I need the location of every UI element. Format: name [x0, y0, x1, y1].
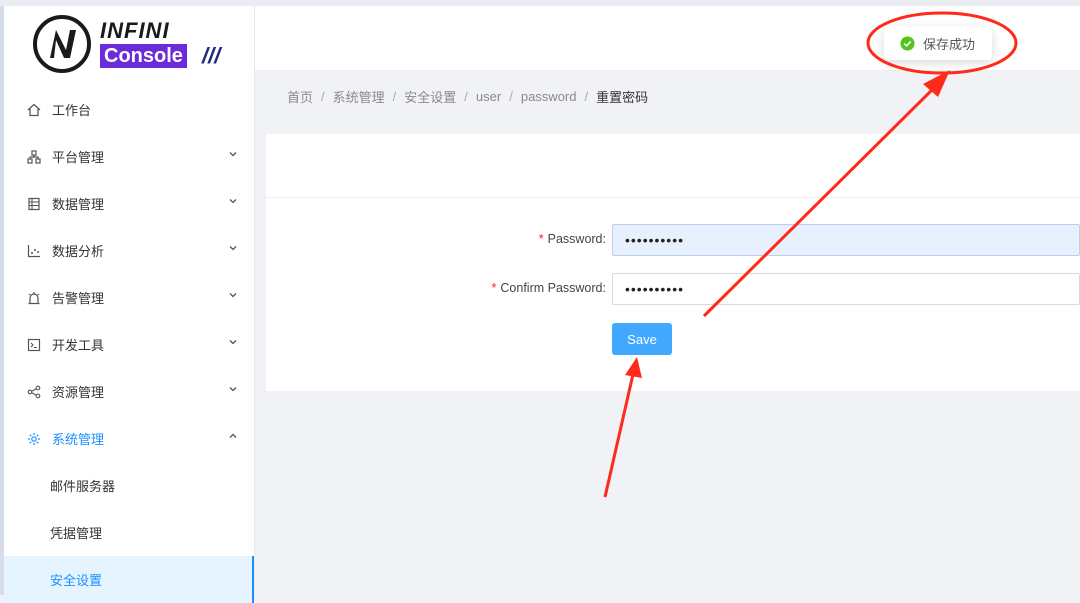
chevron-down-icon	[229, 340, 237, 345]
sidebar-item-data[interactable]: 数据管理	[4, 180, 254, 227]
breadcrumb-current: 重置密码	[596, 90, 649, 105]
chevron-down-icon	[229, 387, 237, 392]
sidebar-menu: 工作台 平台管理 数据管理 数据分析 告警管理 开发工具 资源管理 系统管理 邮…	[4, 86, 254, 603]
logo-text-console: Console	[100, 44, 187, 68]
sidebar-item-workbench[interactable]: 工作台	[4, 86, 254, 133]
breadcrumb-separator: /	[392, 89, 397, 104]
sidebar-item-label: 平台管理	[52, 150, 105, 165]
sidebar-item-alerts[interactable]: 告警管理	[4, 274, 254, 321]
chevron-down-icon	[229, 293, 237, 298]
sidebar-item-label: 工作台	[52, 103, 92, 118]
cluster-icon	[26, 149, 42, 165]
confirm-password-field[interactable]: ••••••••••	[612, 273, 1080, 305]
logo-text-infini: INFINI	[100, 18, 170, 43]
sidebar-subitem-label: 邮件服务器	[50, 479, 116, 494]
alarm-icon	[26, 290, 42, 306]
breadcrumb-separator: /	[509, 89, 513, 104]
sidebar-subitem-label: 凭据管理	[50, 526, 103, 541]
sidebar-item-platform[interactable]: 平台管理	[4, 133, 254, 180]
chevron-down-icon	[229, 152, 237, 157]
password-row: * Password: ••••••••••	[266, 224, 1080, 256]
confirm-password-row: * Confirm Password: ••••••••••	[266, 273, 1080, 305]
toast-message: 保存成功	[923, 36, 976, 52]
breadcrumb-password[interactable]: password	[521, 89, 577, 104]
breadcrumb-home[interactable]: 首页	[287, 87, 313, 106]
success-toast: 保存成功	[884, 26, 992, 60]
save-button[interactable]: Save	[612, 323, 672, 355]
sidebar-item-label: 系统管理	[52, 432, 105, 447]
chart-icon	[26, 243, 42, 259]
sidebar-subitem-credentials[interactable]: 凭据管理	[4, 509, 254, 556]
logo-mark-icon	[33, 15, 91, 73]
panel-divider	[266, 197, 1080, 198]
breadcrumb-security[interactable]: 安全设置	[404, 87, 456, 106]
sidebar-item-analysis[interactable]: 数据分析	[4, 227, 254, 274]
chevron-up-icon	[229, 433, 237, 438]
sidebar-item-label: 数据分析	[52, 244, 105, 259]
required-mark: *	[491, 281, 497, 295]
sidebar: INFINI Console /// 工作台 平台管理 数据管理 数据分析 告警…	[4, 6, 255, 603]
sidebar-item-system[interactable]: 系统管理	[4, 415, 254, 462]
share-icon	[26, 384, 42, 400]
required-mark: *	[538, 232, 544, 246]
breadcrumb-separator: /	[464, 89, 468, 104]
password-field[interactable]: ••••••••••	[612, 224, 1080, 256]
home-icon	[26, 102, 42, 118]
annotation-arrow-head	[923, 70, 950, 97]
sidebar-item-label: 开发工具	[52, 338, 105, 353]
breadcrumb: 首页 / 系统管理 / 安全设置 / user / password / 重置密…	[287, 87, 648, 106]
sidebar-item-resources[interactable]: 资源管理	[4, 368, 254, 415]
reset-password-panel	[266, 134, 1080, 391]
sidebar-subitem-security[interactable]: 安全设置	[4, 556, 254, 603]
breadcrumb-separator: /	[321, 89, 325, 104]
sidebar-item-label: 资源管理	[52, 385, 105, 400]
gear-icon	[26, 431, 42, 447]
logo-slashes: ///	[202, 43, 221, 68]
infini-console-logo[interactable]: INFINI Console ///	[32, 14, 232, 74]
database-icon	[26, 196, 42, 212]
breadcrumb-system[interactable]: 系统管理	[333, 87, 385, 106]
sidebar-item-label: 数据管理	[52, 197, 105, 212]
sidebar-subitem-label: 安全设置	[50, 573, 103, 588]
breadcrumb-separator: /	[584, 89, 589, 104]
breadcrumb-user[interactable]: user	[476, 89, 501, 104]
terminal-icon	[26, 337, 42, 353]
chevron-down-icon	[229, 199, 237, 204]
password-label: * Password:	[538, 232, 606, 246]
check-circle-icon	[900, 35, 915, 51]
sidebar-subitem-mail-server[interactable]: 邮件服务器	[4, 462, 254, 509]
chevron-down-icon	[229, 246, 237, 251]
confirm-password-label: * Confirm Password:	[491, 281, 606, 295]
sidebar-item-label: 告警管理	[52, 291, 105, 306]
sidebar-item-devtools[interactable]: 开发工具	[4, 321, 254, 368]
